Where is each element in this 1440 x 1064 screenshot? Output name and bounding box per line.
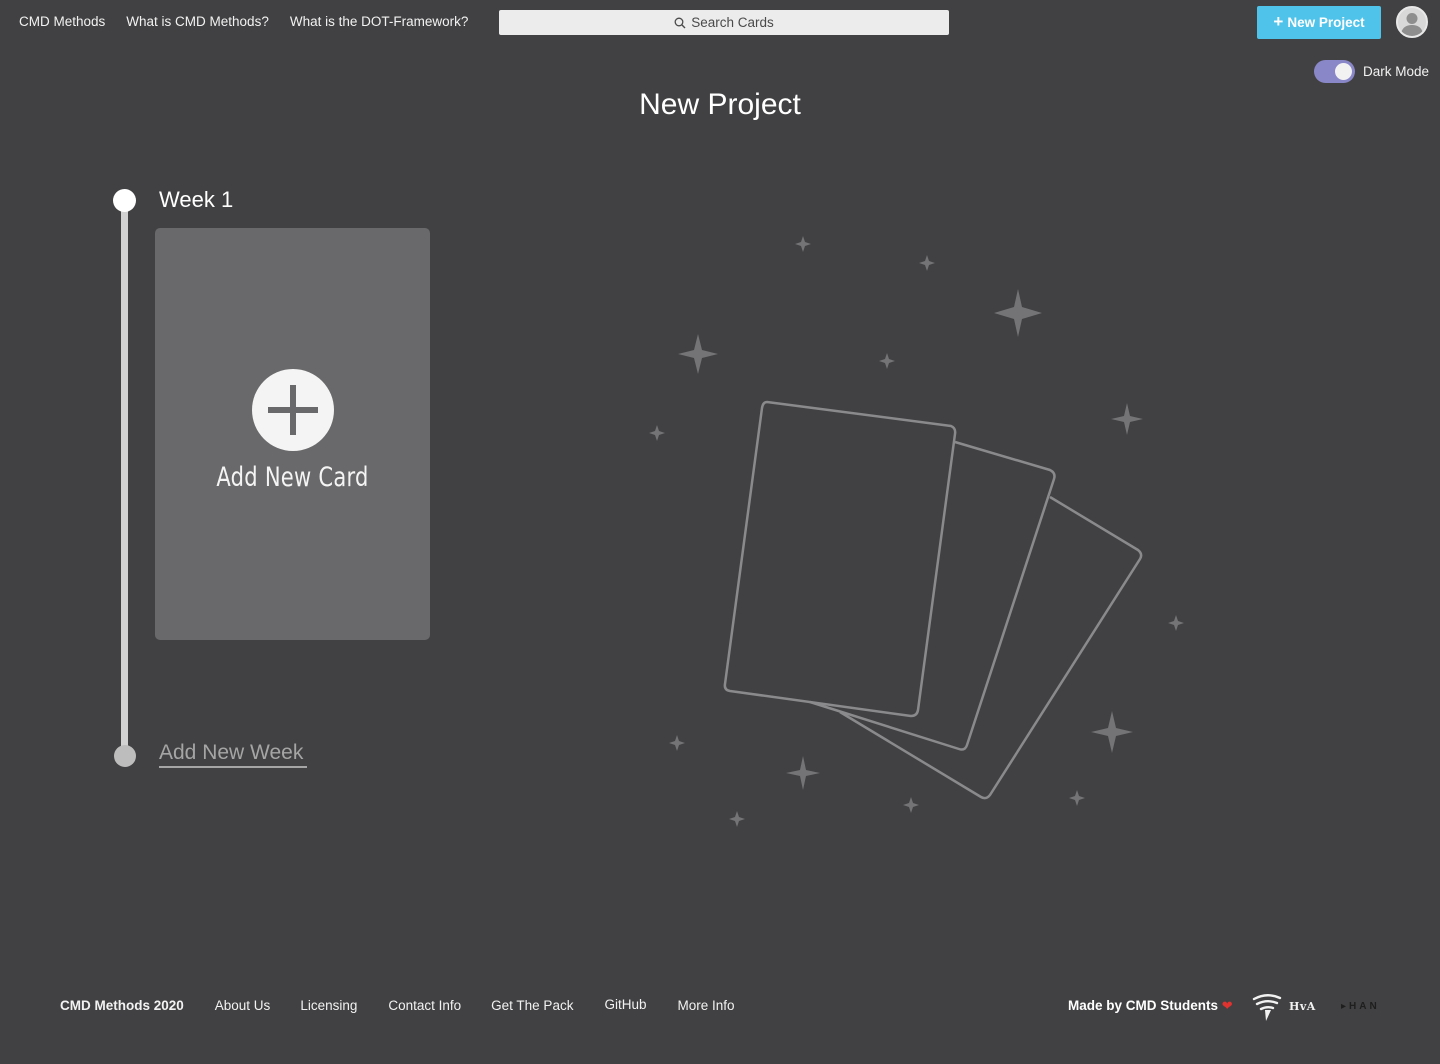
page-title: New Project: [639, 88, 801, 121]
footer: CMD Methods 2020 About Us Licensing Cont…: [60, 997, 735, 1013]
toggle-switch[interactable]: [1314, 60, 1355, 83]
footer-link-get-the-pack[interactable]: Get The Pack: [491, 998, 573, 1013]
search-placeholder: Search Cards: [691, 15, 774, 30]
empty-cards-illustration: [649, 236, 1184, 827]
footer-link-more-info[interactable]: More Info: [677, 998, 734, 1013]
footer-brand: CMD Methods 2020: [60, 998, 184, 1013]
add-new-card-label: Add New Card: [216, 462, 369, 493]
made-by-text: Made by CMD Students ❤: [1068, 998, 1233, 1014]
timeline-line: [121, 200, 128, 756]
plus-circle-icon: [252, 369, 334, 451]
sparkle-icons: [649, 236, 1184, 827]
card-outline-front: [723, 400, 957, 718]
hva-logo: HvA: [1289, 1000, 1316, 1013]
add-new-week-link[interactable]: Add New Week: [159, 741, 308, 768]
footer-link-about-us[interactable]: About Us: [215, 998, 271, 1013]
plus-icon: +: [1273, 12, 1284, 31]
user-icon: [1401, 13, 1423, 36]
timeline-dot-add: [114, 745, 136, 767]
search-input[interactable]: Search Cards: [499, 10, 949, 35]
new-project-button-label: New Project: [1287, 15, 1365, 30]
search-icon: [674, 17, 686, 28]
footer-link-licensing[interactable]: Licensing: [300, 998, 357, 1013]
add-new-card-button[interactable]: Add New Card: [155, 228, 430, 640]
han-logo: ▸HAN: [1341, 1001, 1380, 1012]
nav-link-dot-framework[interactable]: What is the DOT-Framework?: [290, 14, 469, 29]
timeline-dot-week: [113, 189, 136, 212]
cmd-logo-icon: [1252, 994, 1282, 1021]
nav-links: CMD Methods What is CMD Methods? What is…: [19, 14, 468, 29]
made-by-label: Made by CMD Students: [1068, 998, 1219, 1013]
dark-mode-label: Dark Mode: [1363, 64, 1430, 79]
card-outline-back: [839, 495, 1143, 800]
dark-mode-toggle[interactable]: Dark Mode: [1314, 60, 1429, 83]
heart-icon: ❤: [1221, 998, 1233, 1013]
nav-link-what-is-cmd-methods[interactable]: What is CMD Methods?: [126, 14, 269, 29]
han-logo-text: HAN: [1349, 1001, 1380, 1012]
week-title: Week 1: [159, 187, 234, 212]
footer-link-contact-info[interactable]: Contact Info: [388, 998, 461, 1013]
footer-link-github[interactable]: GitHub: [604, 997, 646, 1012]
top-navigation: CMD Methods What is CMD Methods? What is…: [0, 0, 1440, 44]
avatar[interactable]: [1396, 6, 1428, 38]
new-project-button[interactable]: + New Project: [1257, 6, 1381, 39]
nav-link-cmd-methods[interactable]: CMD Methods: [19, 14, 105, 29]
toggle-knob: [1335, 63, 1352, 80]
